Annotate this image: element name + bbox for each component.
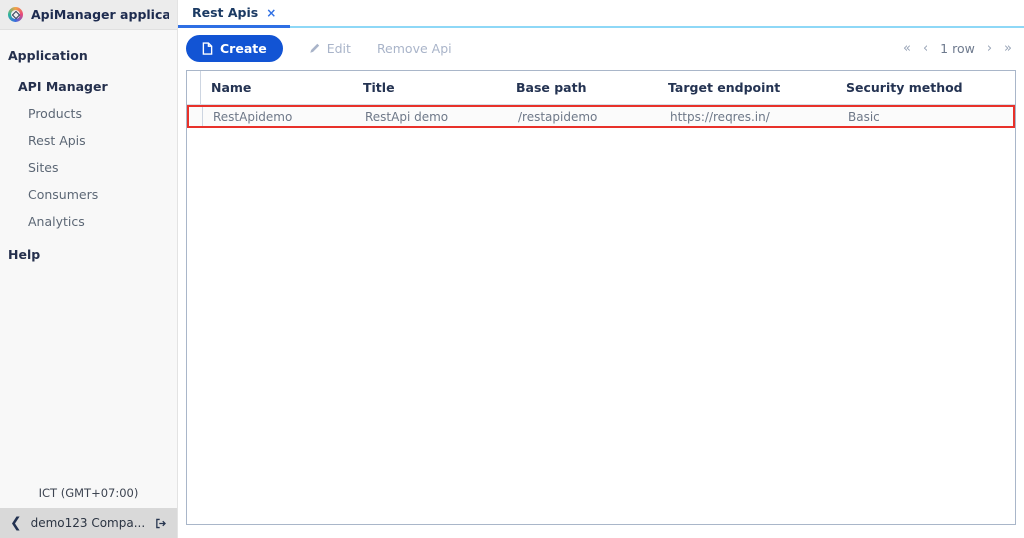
sidebar-section-application: Application (8, 48, 88, 63)
sidebar-nav: Application API Manager Products Rest Ap… (0, 30, 177, 478)
column-header-name[interactable]: Name (201, 80, 353, 95)
row-selector-cell[interactable] (189, 107, 203, 126)
timezone-label: ICT (GMT+07:00) (38, 486, 139, 500)
table-selection-column-header (187, 71, 201, 104)
pagination: « ‹ 1 row › » (903, 41, 1012, 56)
remove-api-button[interactable]: Remove Api (377, 41, 452, 56)
sidebar-group-api-manager[interactable]: API Manager (0, 73, 177, 100)
tab-bar: Rest Apis × (178, 0, 1024, 28)
tab-label: Rest Apis (192, 5, 259, 20)
tab-close-icon[interactable]: × (266, 7, 276, 19)
remove-api-button-label: Remove Api (376, 40, 452, 56)
app-logo-icon (8, 7, 23, 22)
sidebar-item-products[interactable]: Products (0, 100, 177, 127)
sidebar-item-rest-apis[interactable]: Rest Apis (0, 127, 177, 154)
create-button[interactable]: Create (186, 34, 283, 62)
column-header-security-method[interactable]: Security method (836, 80, 1015, 95)
collapse-sidebar-icon[interactable]: ❮ (10, 516, 22, 530)
sidebar-footer: ❮ demo123 Compa... (0, 508, 177, 538)
cell-base-path: /restapidemo (518, 109, 598, 124)
pagination-status: 1 row (940, 40, 975, 56)
create-document-icon (202, 41, 213, 55)
cell-target-endpoint: https://reqres.in/ (670, 109, 770, 124)
column-header-title[interactable]: Title (353, 80, 506, 95)
column-header-base-path[interactable]: Base path (506, 80, 658, 95)
table-row-restapidemo[interactable]: RestApidemo RestApi demo /restapidemo ht… (187, 105, 1015, 128)
column-header-target-endpoint[interactable]: Target endpoint (658, 80, 836, 95)
tab-rest-apis[interactable]: Rest Apis × (178, 0, 291, 28)
toolbar: Create Edit Remove Api « ‹ 1 row › » (178, 28, 1024, 68)
sidebar-item-analytics[interactable]: Analytics (0, 208, 177, 235)
edit-button-label: Edit (326, 40, 351, 56)
table-header-row: Name Title Base path Target endpoint Sec… (187, 71, 1015, 105)
cell-security-method: Basic (848, 109, 880, 124)
sidebar-header: ApiManager applicati... (0, 0, 177, 30)
logout-icon[interactable] (154, 517, 167, 530)
cell-name: RestApidemo (213, 109, 293, 124)
pagination-first-icon[interactable]: « (903, 41, 911, 56)
main-content: Rest Apis × Create Edit Remove Api « ‹ 1… (178, 0, 1024, 538)
cell-title: RestApi demo (365, 109, 449, 124)
edit-button[interactable]: Edit (309, 41, 351, 56)
pagination-last-icon[interactable]: » (1004, 41, 1012, 56)
edit-pencil-icon (309, 42, 321, 54)
sidebar-section-help[interactable]: Help (0, 239, 177, 270)
sidebar-item-consumers[interactable]: Consumers (0, 181, 177, 208)
create-button-label: Create (220, 40, 267, 56)
pagination-next-icon[interactable]: › (987, 41, 992, 56)
account-name[interactable]: demo123 Compa... (28, 516, 148, 530)
sidebar: ApiManager applicati... Application API … (0, 0, 178, 538)
pagination-prev-icon[interactable]: ‹ (923, 41, 928, 56)
sidebar-item-sites[interactable]: Sites (0, 154, 177, 181)
app-title: ApiManager applicati... (31, 7, 169, 22)
api-table: Name Title Base path Target endpoint Sec… (186, 70, 1016, 525)
